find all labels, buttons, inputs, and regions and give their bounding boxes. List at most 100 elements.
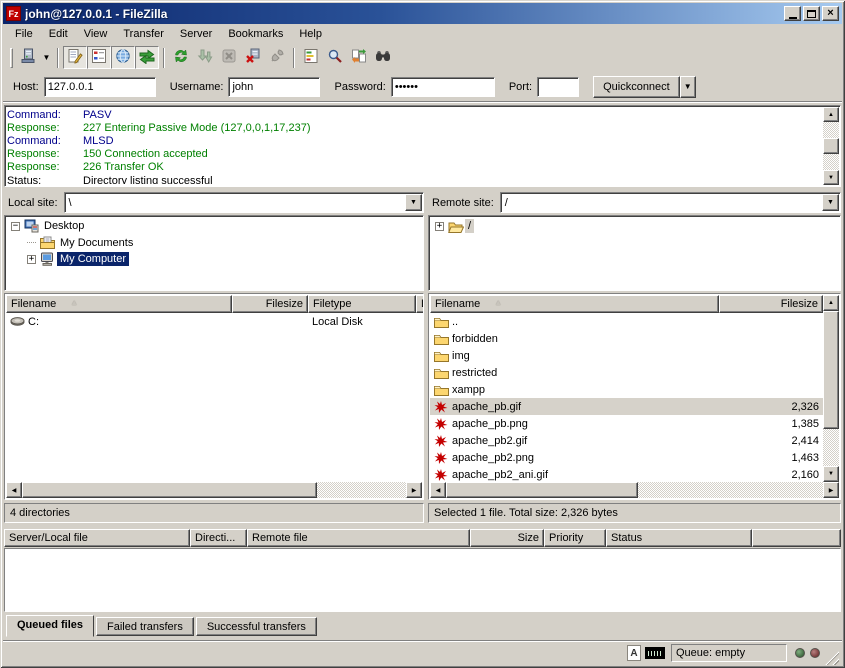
tab-failed-transfers[interactable]: Failed transfers [96,617,194,636]
file-search-button[interactable] [323,46,347,69]
disconnect-button[interactable] [241,46,265,69]
queue-column-header-directi[interactable]: Directi... [190,529,247,547]
menu-item-view[interactable]: View [76,26,116,42]
scroll-up-button[interactable]: ▲ [823,107,839,122]
file-row[interactable]: img [430,347,823,364]
queue-body [4,548,841,612]
expand-icon[interactable]: + [27,255,36,264]
scroll-down-button[interactable]: ▼ [823,466,839,482]
file-row[interactable]: apache_pb.png1,385 [430,415,823,432]
queue-column-header-priority[interactable]: Priority [544,529,606,547]
menu-item-bookmarks[interactable]: Bookmarks [220,26,291,42]
port-input[interactable] [537,77,579,97]
column-header-filename[interactable]: Filename▲ [6,295,232,313]
column-header-label: L [421,298,424,310]
title-bar[interactable]: Fz john@127.0.0.1 - FileZilla × [3,3,842,24]
remote-site-combo[interactable]: / ▼ [500,192,841,213]
queue-column-header-size[interactable]: Size [470,529,544,547]
file-row[interactable]: .. [430,313,823,330]
message-log-scrollbar[interactable]: ▲ ▼ [823,107,839,185]
scrollbar-thumb[interactable] [823,311,839,429]
message-log: Command:PASVResponse:227 Entering Passiv… [4,105,841,187]
host-input[interactable] [44,77,156,97]
collapse-icon[interactable]: − [11,222,20,231]
file-row[interactable]: apache_pb.gif2,326 [430,398,823,415]
menu-item-transfer[interactable]: Transfer [115,26,172,42]
menu-item-file[interactable]: File [7,26,41,42]
remote-site-bar: Remote site: / ▼ [428,192,841,213]
toggle-transfer-queue-button[interactable] [135,46,159,69]
tree-item[interactable]: +My Computer [7,251,423,268]
scroll-down-button[interactable]: ▼ [823,170,839,185]
quickconnect-button[interactable]: Quickconnect [593,76,680,98]
column-header-filesize[interactable]: Filesize [232,295,308,313]
local-horizontal-scrollbar[interactable]: ◀ ▶ [6,482,422,498]
cancel-operation-button[interactable] [217,46,241,69]
directory-comparison-button[interactable] [371,46,395,69]
toolbar: ▼ [3,43,842,72]
toggle-remote-tree-button[interactable] [111,46,135,69]
file-row[interactable]: apache_pb2.png1,463 [430,449,823,466]
file-row[interactable]: xampp [430,381,823,398]
remote-horizontal-scrollbar[interactable]: ◀ ▶ [430,482,839,498]
tree-item[interactable]: −Desktop [7,218,423,235]
reconnect-button[interactable] [265,46,289,69]
speed-limit-indicator-icon[interactable] [645,647,665,659]
queue-column-header-status[interactable]: Status [606,529,752,547]
column-header-filetype[interactable]: Filetype [308,295,416,313]
quickconnect-dropdown-button[interactable]: ▼ [680,76,696,98]
queue-column-header-remote-file[interactable]: Remote file [247,529,470,547]
process-queue-button[interactable] [193,46,217,69]
tab-queued-files[interactable]: Queued files [6,615,94,637]
remote-site-label: Remote site: [428,197,500,209]
maximize-button[interactable] [803,6,820,21]
remote-vertical-scrollbar[interactable]: ▲ ▼ [823,295,839,482]
site-manager-button[interactable] [16,46,40,69]
scroll-right-button[interactable]: ▶ [406,482,422,498]
remote-site-dropdown-button[interactable]: ▼ [822,194,839,211]
close-button[interactable]: × [822,6,839,21]
data-type-indicator-icon[interactable]: A [627,645,641,661]
toggle-local-tree-button[interactable] [87,46,111,69]
scrollbar-thumb[interactable] [22,482,317,498]
scrollbar-thumb[interactable] [446,482,638,498]
menu-item-server[interactable]: Server [172,26,220,42]
tree-item[interactable]: +/ [431,218,840,235]
menu-item-help[interactable]: Help [291,26,330,42]
refresh-button[interactable] [169,46,193,69]
file-row[interactable]: restricted [430,364,823,381]
queue-column-header-server-local-file[interactable]: Server/Local file [4,529,190,547]
scroll-left-button[interactable]: ◀ [430,482,446,498]
site-manager-dropdown-button[interactable]: ▼ [40,46,53,69]
filename-text: forbidden [452,333,498,345]
column-header-l[interactable]: L [416,295,424,313]
password-input[interactable] [391,77,495,97]
menu-item-edit[interactable]: Edit [41,26,76,42]
scroll-up-button[interactable]: ▲ [823,295,839,311]
password-label: Password: [334,81,385,93]
scrollbar-thumb[interactable] [823,138,839,154]
tree-item[interactable]: My Documents [7,235,423,252]
folder-icon [434,316,452,328]
scroll-left-button[interactable]: ◀ [6,482,22,498]
file-row[interactable]: apache_pb2_ani.gif2,160 [430,466,823,482]
file-row[interactable]: forbidden [430,330,823,347]
directory-filter-button[interactable] [299,46,323,69]
column-header-filesize[interactable]: Filesize [719,295,823,313]
toolbar-grip[interactable] [10,48,13,68]
local-site-dropdown-button[interactable]: ▼ [405,194,422,211]
expand-icon[interactable]: + [435,222,444,231]
file-row[interactable]: C:Local Disk [6,313,422,330]
column-header-filename[interactable]: Filename▲ [430,295,719,313]
resize-grip[interactable] [825,651,839,665]
local-site-combo[interactable]: \ ▼ [64,192,424,213]
red-led-icon [810,648,820,658]
minimize-button[interactable] [784,6,801,21]
synchronized-browsing-button[interactable] [347,46,371,69]
toggle-message-log-button[interactable] [63,46,87,69]
tab-successful-transfers[interactable]: Successful transfers [196,617,317,636]
local-list-body: C:Local Disk [6,313,422,482]
username-input[interactable] [228,77,320,97]
scroll-right-button[interactable]: ▶ [823,482,839,498]
file-row[interactable]: apache_pb2.gif2,414 [430,432,823,449]
